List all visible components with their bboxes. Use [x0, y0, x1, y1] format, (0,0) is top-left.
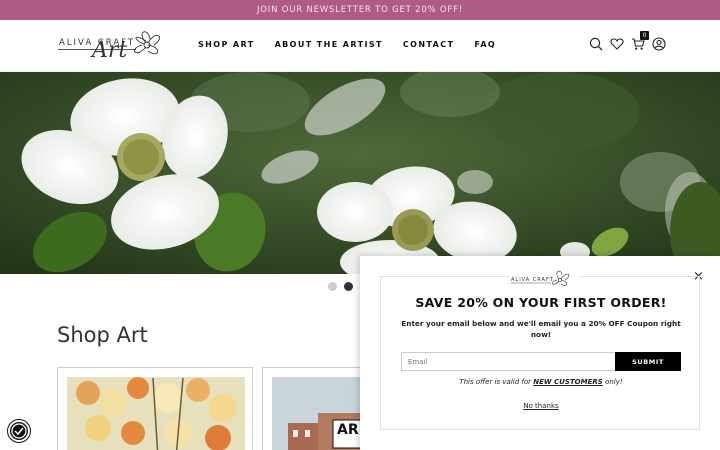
announcement-bar[interactable]: JOIN OUR NEWSLETTER TO GET 20% OFF!: [0, 0, 720, 20]
offer-prefix: This offer is valid for: [459, 378, 532, 386]
popup-content: ALIVA CRAFT SAVE 20% ON YOUR FIRST ORDER…: [380, 267, 701, 430]
popup-heading: SAVE 20% ON YOUR FIRST ORDER!: [415, 295, 667, 310]
nav-contact[interactable]: CONTACT: [403, 40, 455, 49]
shop-art-heading: Shop Art: [57, 323, 148, 347]
dogwood-flower-image: [0, 72, 720, 274]
magnolia-logo-icon: [134, 31, 160, 55]
main-nav: SHOP ART ABOUT THE ARTIST CONTACT FAQ: [198, 40, 496, 49]
offer-note: This offer is valid for NEW CUSTOMERS on…: [381, 378, 701, 386]
popup-logo-text: ALIVA CRAFT: [511, 277, 554, 283]
popup-subtitle: Enter your email below and we'll email y…: [401, 319, 681, 339]
nav-about-the-artist[interactable]: ABOUT THE ARTIST: [275, 40, 383, 49]
slide-dot-2[interactable]: [344, 282, 353, 291]
nav-shop-art[interactable]: SHOP ART: [198, 40, 255, 49]
submit-button[interactable]: SUBMIT: [615, 352, 681, 371]
announcement-text: JOIN OUR NEWSLETTER TO GET 20% OFF!: [256, 5, 464, 15]
offer-suffix: only!: [605, 378, 623, 386]
slide-dot-1[interactable]: [328, 282, 337, 291]
heart-icon[interactable]: [610, 36, 624, 50]
popup-logo: ALIVA CRAFT: [509, 267, 579, 291]
slide-dots: [328, 282, 353, 291]
cart-icon[interactable]: 0: [631, 31, 649, 50]
product-card[interactable]: [57, 367, 253, 450]
search-icon[interactable]: [589, 36, 603, 51]
header-icons: 0: [589, 31, 666, 51]
cart-count-badge: 0: [640, 31, 649, 40]
no-thanks-link[interactable]: No thanks: [381, 402, 701, 410]
logo-script: Art: [92, 38, 128, 63]
site-logo[interactable]: ALIVA CRAFT Art: [56, 25, 171, 65]
hero-slideshow[interactable]: [0, 72, 720, 274]
product-badge-text: AR: [337, 422, 359, 438]
product-card[interactable]: AR: [262, 367, 372, 450]
site-header: ALIVA CRAFT Art SHOP ART ABOUT THE ARTIS…: [0, 20, 720, 72]
email-field[interactable]: [401, 352, 616, 371]
accessibility-icon: [11, 423, 27, 439]
accessibility-button[interactable]: [8, 420, 30, 442]
newsletter-popup: × ALIVA CRAFT SAVE 20% ON YOUR FIRST ORD…: [360, 256, 720, 450]
product-image-flowers: [67, 377, 245, 450]
nav-faq[interactable]: FAQ: [474, 40, 496, 49]
offer-highlight: NEW CUSTOMERS: [533, 378, 603, 386]
account-icon[interactable]: [652, 36, 666, 51]
